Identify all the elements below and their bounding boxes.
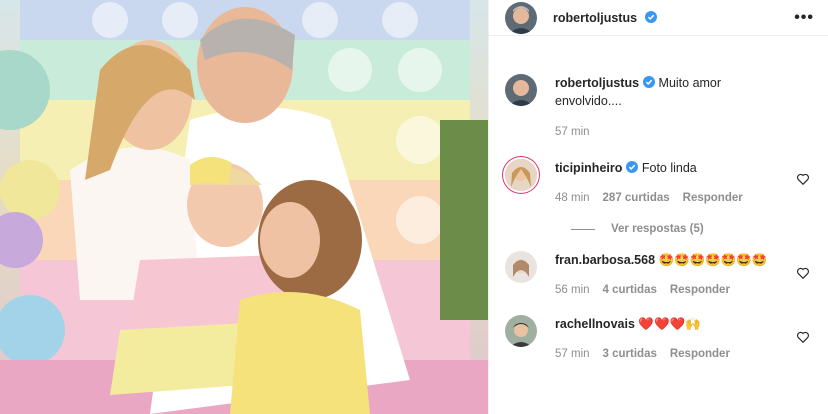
replies-divider [571,228,595,230]
commenter-avatar-image [505,159,537,191]
comment-text: 🤩🤩🤩🤩🤩🤩🤩 [658,253,768,267]
author-avatar-image [505,74,537,106]
like-comment-heart-icon[interactable] [796,330,810,344]
family-photo-illustration [0,0,488,414]
verified-badge-icon [643,76,656,88]
comment-body: ticipinheiro Foto linda 48 min 287 curti… [555,159,812,207]
like-comment-heart-icon[interactable] [796,266,810,280]
comment-item: ticipinheiro Foto linda 48 min 287 curti… [505,141,812,207]
comment-body: rachellnovais ❤️❤️❤️🙌 57 min 3 curtidas … [555,315,812,363]
more-options-button[interactable]: ••• [794,9,814,27]
caption-time[interactable]: 57 min [555,123,590,141]
view-replies-label: Ver respostas (5) [611,223,704,235]
caption-username[interactable]: robertoljustus [555,76,639,90]
author-avatar-image [505,1,537,34]
commenter-avatar-image [505,315,537,347]
commenter-avatar-image [505,251,537,283]
like-comment-heart-icon[interactable] [796,172,810,186]
commenter-avatar[interactable] [505,315,537,347]
reply-button[interactable]: Responder [670,345,730,363]
verified-badge-icon [644,10,657,23]
reply-button[interactable]: Responder [670,281,730,299]
author-avatar[interactable] [505,74,537,106]
comment-item: fran.barbosa.568 🤩🤩🤩🤩🤩🤩🤩 56 min 4 curtid… [505,235,812,299]
comment-text: ❤️❤️❤️🙌 [638,317,701,331]
comment-meta: 57 min 3 curtidas Responder [555,345,786,363]
comment-time[interactable]: 56 min [555,281,590,299]
caption: robertoljustus Muito amor envolvido.... … [505,36,812,141]
comment-time[interactable]: 57 min [555,345,590,363]
commenter-avatar[interactable] [505,251,537,283]
comment-likes[interactable]: 287 curtidas [603,189,670,207]
caption-body: robertoljustus Muito amor envolvido.... … [555,74,812,141]
comment-meta: 48 min 287 curtidas Responder [555,189,786,207]
post-photo[interactable] [0,0,488,414]
comment-body: fran.barbosa.568 🤩🤩🤩🤩🤩🤩🤩 56 min 4 curtid… [555,251,812,299]
post-header: robertoljustus ••• [489,0,828,36]
comments-list: robertoljustus Muito amor envolvido.... … [489,36,828,363]
instagram-post-view: robertoljustus ••• robertoljustus Muito … [0,0,828,414]
author-username[interactable]: robertoljustus [553,11,637,25]
author-avatar[interactable] [505,1,537,34]
post-side-panel: robertoljustus ••• robertoljustus Muito … [488,0,828,414]
commenter-avatar[interactable] [505,159,537,191]
verified-badge-icon [626,161,639,173]
view-replies-button[interactable]: Ver respostas (5) [571,223,812,235]
comment-time[interactable]: 48 min [555,189,590,207]
commenter-username[interactable]: fran.barbosa.568 [555,253,655,267]
caption-meta: 57 min [555,123,786,141]
comment-meta: 56 min 4 curtidas Responder [555,281,786,299]
comment-text: Foto linda [641,161,697,175]
comment-likes[interactable]: 3 curtidas [603,345,657,363]
comment-item: rachellnovais ❤️❤️❤️🙌 57 min 3 curtidas … [505,299,812,363]
reply-button[interactable]: Responder [683,189,743,207]
commenter-username[interactable]: ticipinheiro [555,161,622,175]
comment-likes[interactable]: 4 curtidas [603,281,657,299]
commenter-username[interactable]: rachellnovais [555,317,635,331]
